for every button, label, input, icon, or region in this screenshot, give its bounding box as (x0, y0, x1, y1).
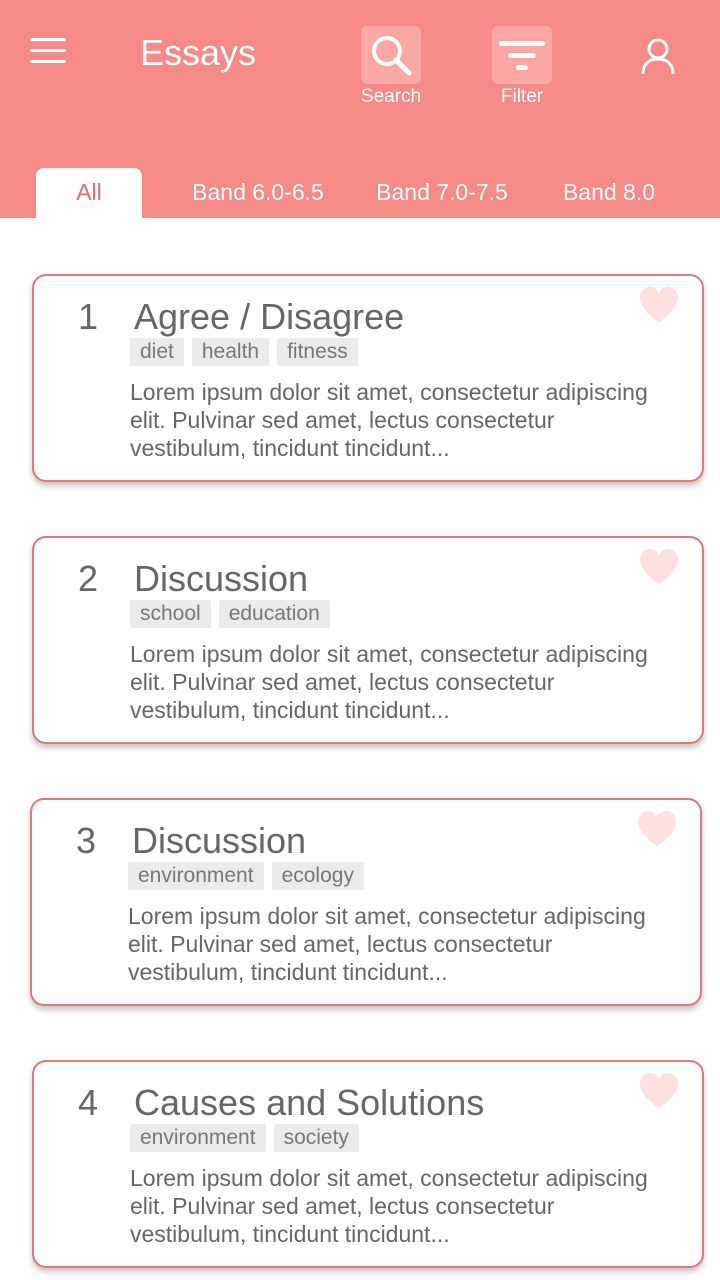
essay-tags: diet health fitness (130, 338, 358, 366)
essay-number: 2 (78, 558, 99, 599)
essay-number: 4 (78, 1082, 99, 1123)
tab-band-7[interactable]: Band 7.0-7.5 (364, 168, 520, 218)
search-button[interactable]: Search (360, 26, 422, 110)
heart-icon[interactable] (638, 548, 680, 586)
tab-band-8[interactable]: Band 8.0 (550, 168, 668, 218)
search-tile[interactable] (361, 26, 421, 84)
user-icon[interactable] (638, 36, 678, 76)
filter-tile[interactable] (492, 26, 552, 84)
heart-icon[interactable] (636, 810, 678, 848)
essay-title: Agree / Disagree (134, 296, 405, 337)
heart-icon[interactable] (638, 286, 680, 324)
essay-card[interactable]: 3 Discussion environment ecology Lorem i… (30, 798, 702, 1006)
hamburger-menu-icon[interactable] (30, 38, 66, 64)
app-header: Essays Search Filter All Band 6.0-6.5 Ba… (0, 0, 720, 218)
tag[interactable]: health (191, 338, 270, 366)
essay-card[interactable]: 1 Agree / Disagree diet health fitness L… (32, 274, 704, 482)
tag[interactable]: fitness (277, 338, 358, 366)
page-title: Essays (140, 32, 257, 73)
essay-title: Causes and Solutions (134, 1082, 485, 1123)
filter-button[interactable]: Filter (491, 26, 553, 110)
tag[interactable]: diet (130, 338, 184, 366)
tab-band-6[interactable]: Band 6.0-6.5 (180, 168, 336, 218)
essay-number: 1 (78, 296, 99, 337)
tag[interactable]: environment (130, 1124, 266, 1152)
essay-excerpt: Lorem ipsum dolor sit amet, consectetur … (130, 379, 648, 461)
essay-title: Discussion (132, 820, 307, 861)
tab-all[interactable]: All (36, 168, 142, 218)
tag[interactable]: society (273, 1124, 359, 1152)
essay-tags: school education (130, 600, 330, 628)
tag[interactable]: education (218, 600, 330, 628)
heart-icon[interactable] (638, 1072, 680, 1110)
search-icon (372, 36, 412, 76)
essay-tags: environment society (130, 1124, 359, 1152)
essay-card[interactable]: 4 Causes and Solutions environment socie… (32, 1060, 704, 1268)
tag[interactable]: environment (128, 862, 264, 890)
essay-card[interactable]: 2 Discussion school education Lorem ipsu… (32, 536, 704, 744)
essay-excerpt: Lorem ipsum dolor sit amet, consectetur … (130, 641, 648, 723)
essay-excerpt: Lorem ipsum dolor sit amet, consectetur … (130, 1165, 648, 1247)
essay-excerpt: Lorem ipsum dolor sit amet, consectetur … (128, 903, 646, 985)
filter-icon (499, 41, 545, 70)
band-tabs: All Band 6.0-6.5 Band 7.0-7.5 Band 8.0 (0, 168, 720, 218)
search-label: Search (360, 86, 422, 107)
essay-title: Discussion (134, 558, 309, 599)
essay-number: 3 (76, 820, 97, 861)
tag[interactable]: ecology (271, 862, 364, 890)
tag[interactable]: school (130, 600, 211, 628)
filter-label: Filter (500, 86, 544, 107)
essay-tags: environment ecology (128, 862, 364, 890)
